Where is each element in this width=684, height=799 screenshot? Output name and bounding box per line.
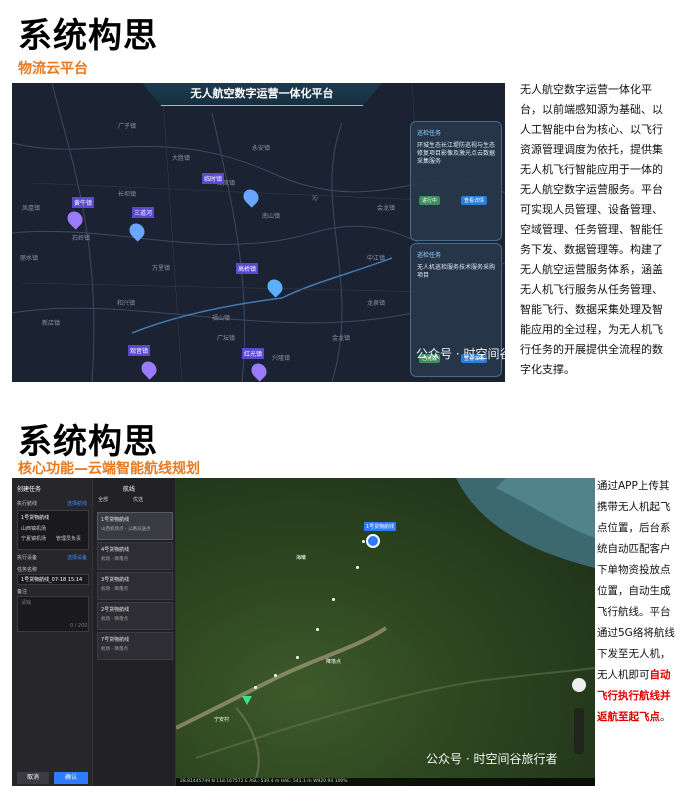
route-list-item[interactable]: 4号货物航线 机场 - 降落点 bbox=[97, 542, 173, 570]
route-item: 山西镇机场 bbox=[21, 526, 47, 532]
filter-select[interactable]: 全部 bbox=[98, 496, 108, 503]
pin-label: 临时镇 bbox=[202, 173, 225, 184]
status-bar: 28.81445749 N 118.167572 E ASL: 539.4 m … bbox=[176, 778, 595, 786]
task-card-text: 环城生态长江堤防巡视与生态修复项目影像及激光点云数据采集服务 bbox=[417, 142, 496, 165]
compass-icon[interactable] bbox=[572, 678, 586, 692]
watermark: 公众号 · 时空间谷旅行者 bbox=[416, 347, 505, 361]
route-name: 2号货物航线 bbox=[101, 607, 130, 613]
status-bar-text: 28.81445749 N 118.167572 E ASL: 539.4 m … bbox=[180, 779, 348, 784]
map-label: 南山镇 bbox=[262, 213, 281, 220]
pin-label: 观音镇 bbox=[128, 345, 151, 356]
section2-title: 系统构思 bbox=[18, 422, 158, 462]
map-label: 万里镇 bbox=[152, 265, 171, 272]
route-subtitle: 机场 - 降落点 bbox=[101, 617, 128, 622]
map-place-label: 降落点 bbox=[326, 659, 342, 665]
route-subtitle: 机场 - 降落点 bbox=[101, 647, 128, 652]
route-item: 宁夏镇机场 bbox=[21, 536, 47, 542]
panel-header: 无人航空数字运营一体化平台 bbox=[142, 83, 382, 106]
map-label: 永安镇 bbox=[252, 145, 271, 152]
route-item: 管理员负责 bbox=[56, 536, 82, 542]
pin-label: 红光镇 bbox=[242, 348, 265, 359]
map-label: 凤凰镇 bbox=[22, 205, 41, 212]
status-badge: 进行中 bbox=[419, 196, 441, 205]
description-end: 。 bbox=[660, 711, 671, 723]
detail-button[interactable]: 查看详情 bbox=[461, 196, 488, 205]
task-card-title: 巡检任务 bbox=[417, 252, 442, 259]
route-name: 4号货物航线 bbox=[101, 547, 130, 553]
drone-start-icon[interactable] bbox=[366, 534, 380, 548]
task-card[interactable]: 巡检任务 环城生态长江堤防巡视与生态修复项目影像及激光点云数据采集服务 进行中 … bbox=[410, 121, 502, 241]
route-list-item[interactable]: 1号货物航线 山西机场点 - 公路派送点 bbox=[97, 512, 173, 540]
confirm-button[interactable]: 确认 bbox=[54, 772, 88, 784]
watermark: 公众号 · 时空间谷旅行者 bbox=[426, 752, 558, 766]
section2-description: 通过APP上传其携带无人机起飞点位置，后台系统自动匹配客户下单物资投放点位置，自… bbox=[597, 476, 677, 728]
route-label: 执行航线 bbox=[17, 501, 38, 507]
map-label: 大胜镇 bbox=[172, 155, 191, 162]
map-label: 丽水镇 bbox=[20, 255, 39, 262]
task-name-label: 任务名称 bbox=[17, 567, 38, 573]
map-label: 福山镇 bbox=[212, 315, 231, 322]
satellite-map[interactable]: 1号货物航线 宁安村 海曦 降落点 28.81445749 N 118.1675… bbox=[176, 478, 595, 786]
pin-label: 黄牛镇 bbox=[72, 197, 95, 208]
platform-map-panel: 无人航空数字运营一体化平台 广子镇 大胜镇 长坝镇 南山镇 石岭镇 中江镇 丽水… bbox=[12, 83, 505, 382]
route-name: 3号货物航线 bbox=[101, 577, 130, 583]
description-text: 通过APP上传其携带无人机起飞点位置，后台系统自动匹配客户下单物资投放点位置，自… bbox=[597, 480, 675, 681]
route-subtitle: 机场 - 降落点 bbox=[101, 587, 128, 592]
route-list-item[interactable]: 7号货物航线 机场 - 降落点 bbox=[97, 632, 173, 660]
map-label: 长坝镇 bbox=[118, 191, 137, 198]
route-end-label: 宁安村 bbox=[214, 717, 230, 723]
route-name: 1号货物航线 bbox=[101, 517, 130, 523]
route-name: 7号货物航线 bbox=[101, 637, 130, 643]
map-label: 广子镇 bbox=[118, 123, 137, 130]
task-name-input[interactable]: 1号货物航线_07-18 15:14 bbox=[17, 574, 89, 585]
select-route-link[interactable]: 选择航线 bbox=[67, 500, 87, 507]
route-start-label: 1号货物航线 bbox=[364, 522, 397, 531]
section2-subtitle: 核心功能—云端智能航线规划 bbox=[18, 461, 200, 477]
filter-select[interactable]: 优选 bbox=[133, 496, 143, 503]
landing-marker-icon[interactable] bbox=[242, 696, 252, 705]
panel-header: 航线 bbox=[123, 486, 136, 493]
section1-subtitle: 物流云平台 bbox=[18, 61, 88, 77]
panel-header: 创建任务 bbox=[17, 486, 42, 493]
map-label: 金龙镇 bbox=[332, 335, 351, 342]
route-list-item[interactable]: 3号货物航线 机场 - 降落点 bbox=[97, 572, 173, 600]
task-name-value: 1号货物航线_07-18 15:14 bbox=[21, 577, 83, 583]
map-label: 广坛镇 bbox=[217, 335, 236, 342]
map-label: 会龙镇 bbox=[377, 205, 396, 212]
map-label: 龙泉镇 bbox=[367, 300, 386, 307]
note-label: 备注 bbox=[17, 589, 28, 595]
zoom-controls[interactable] bbox=[574, 708, 584, 754]
map-label: 和兴镇 bbox=[117, 300, 136, 307]
note-textarea[interactable]: 请输 0 / 200 bbox=[17, 596, 89, 632]
pin-label: 三道河 bbox=[132, 207, 155, 218]
map-label: 中江镇 bbox=[367, 255, 386, 262]
route-planning-app: 创建任务 执行航线 选择航线 1号货物航线 山西镇机场 宁夏镇机场 管理员负责 … bbox=[12, 478, 595, 786]
route-list-panel: 航线 全部 优选 1号货物航线 山西机场点 - 公路派送点 4号货物航线 机场 … bbox=[93, 478, 176, 786]
map-label: 沁 bbox=[312, 195, 319, 202]
map-label: 石岭镇 bbox=[72, 235, 91, 242]
create-task-panel: 创建任务 执行航线 选择航线 1号货物航线 山西镇机场 宁夏镇机场 管理员负责 … bbox=[12, 478, 93, 786]
cancel-button[interactable]: 取消 bbox=[17, 772, 49, 784]
section1-description: 无人航空数字运营一体化平台，以前端感知源为基础、以人工智能中台为核心、以飞行资源… bbox=[520, 83, 663, 376]
map-label: 兴隆镇 bbox=[272, 355, 291, 362]
section1-title: 系统构思 bbox=[18, 16, 158, 56]
device-label: 执行设备 bbox=[17, 555, 38, 561]
select-device-link[interactable]: 选择设备 bbox=[67, 554, 87, 561]
map-label: 新店镇 bbox=[42, 320, 61, 327]
route-subtitle: 山西机场点 - 公路派送点 bbox=[101, 527, 151, 532]
route-list-item[interactable]: 2号货物航线 机场 - 降落点 bbox=[97, 602, 173, 630]
route-subtitle: 机场 - 降落点 bbox=[101, 557, 128, 562]
selected-route-box: 1号货物航线 山西镇机场 宁夏镇机场 管理员负责 bbox=[17, 510, 89, 550]
pin-label: 高桥镇 bbox=[236, 263, 259, 274]
note-placeholder: 请输 bbox=[21, 600, 32, 606]
route-item: 1号货物航线 bbox=[21, 515, 50, 521]
task-card-text: 无人机巡检服务技术服务采购项目 bbox=[417, 264, 496, 279]
note-count: 0 / 200 bbox=[70, 623, 88, 629]
map-place-label: 海曦 bbox=[296, 555, 307, 561]
task-card-title: 巡检任务 bbox=[417, 130, 442, 137]
